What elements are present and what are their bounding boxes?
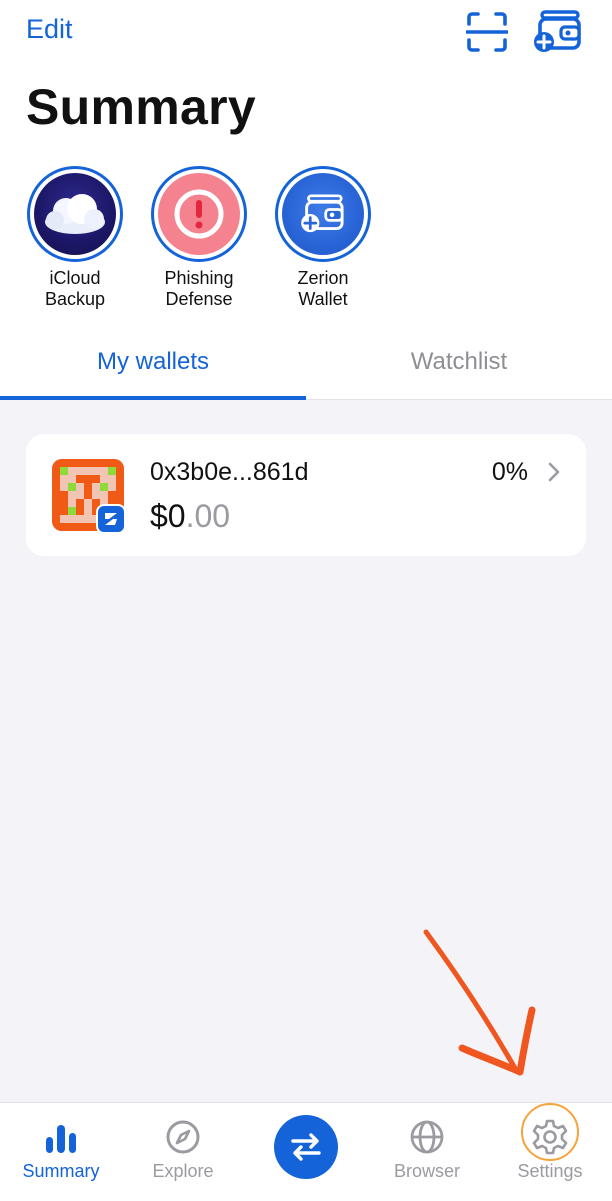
wallet-card[interactable]: 0x3b0e...861d $0.00 0% [26, 434, 586, 556]
tab-my-wallets[interactable]: My wallets [0, 348, 306, 376]
tab-browser[interactable]: Browser [366, 1103, 488, 1201]
add-wallet-icon[interactable] [534, 10, 582, 54]
scan-qr-icon[interactable] [465, 12, 509, 52]
swap-button[interactable] [274, 1115, 338, 1179]
swap-arrows-icon [291, 1133, 321, 1161]
wallet-icon [282, 173, 364, 255]
story-label: Phishing Defense [164, 268, 234, 309]
tab-explore[interactable]: Explore [122, 1103, 244, 1201]
annotation-arrow [420, 928, 540, 1078]
zerion-logo-icon [96, 504, 126, 534]
tab-label: Browser [393, 1161, 460, 1181]
chevron-right-icon [548, 462, 560, 487]
story-label: Zerion Wallet [297, 268, 349, 309]
story-icloud-backup[interactable]: iCloud Backup [20, 166, 130, 310]
tab-label: Summary [22, 1161, 100, 1181]
tab-active-indicator [0, 396, 306, 400]
warning-icon [158, 173, 240, 255]
wallet-balance: $0.00 [150, 498, 231, 534]
tab-bar: Summary Explore Browser Settings [0, 1102, 612, 1201]
tab-summary[interactable]: Summary [0, 1103, 122, 1201]
cloud-icon [34, 173, 116, 255]
wallet-address: 0x3b0e...861d [150, 458, 309, 486]
tab-watchlist[interactable]: Watchlist [306, 348, 612, 376]
page-title: Summary [26, 79, 256, 135]
story-label: iCloud Backup [44, 268, 106, 309]
edit-button[interactable]: Edit [26, 14, 73, 45]
wallet-change: 0% [491, 458, 528, 486]
compass-icon [163, 1117, 203, 1157]
story-phishing-defense[interactable]: Phishing Defense [144, 166, 254, 310]
tab-label: Explore [152, 1161, 214, 1181]
story-zerion-wallet[interactable]: Zerion Wallet [268, 166, 378, 310]
globe-icon [407, 1117, 447, 1157]
tab-label: Settings [517, 1161, 583, 1181]
bar-chart-icon [41, 1117, 81, 1157]
annotation-circle [521, 1103, 579, 1161]
